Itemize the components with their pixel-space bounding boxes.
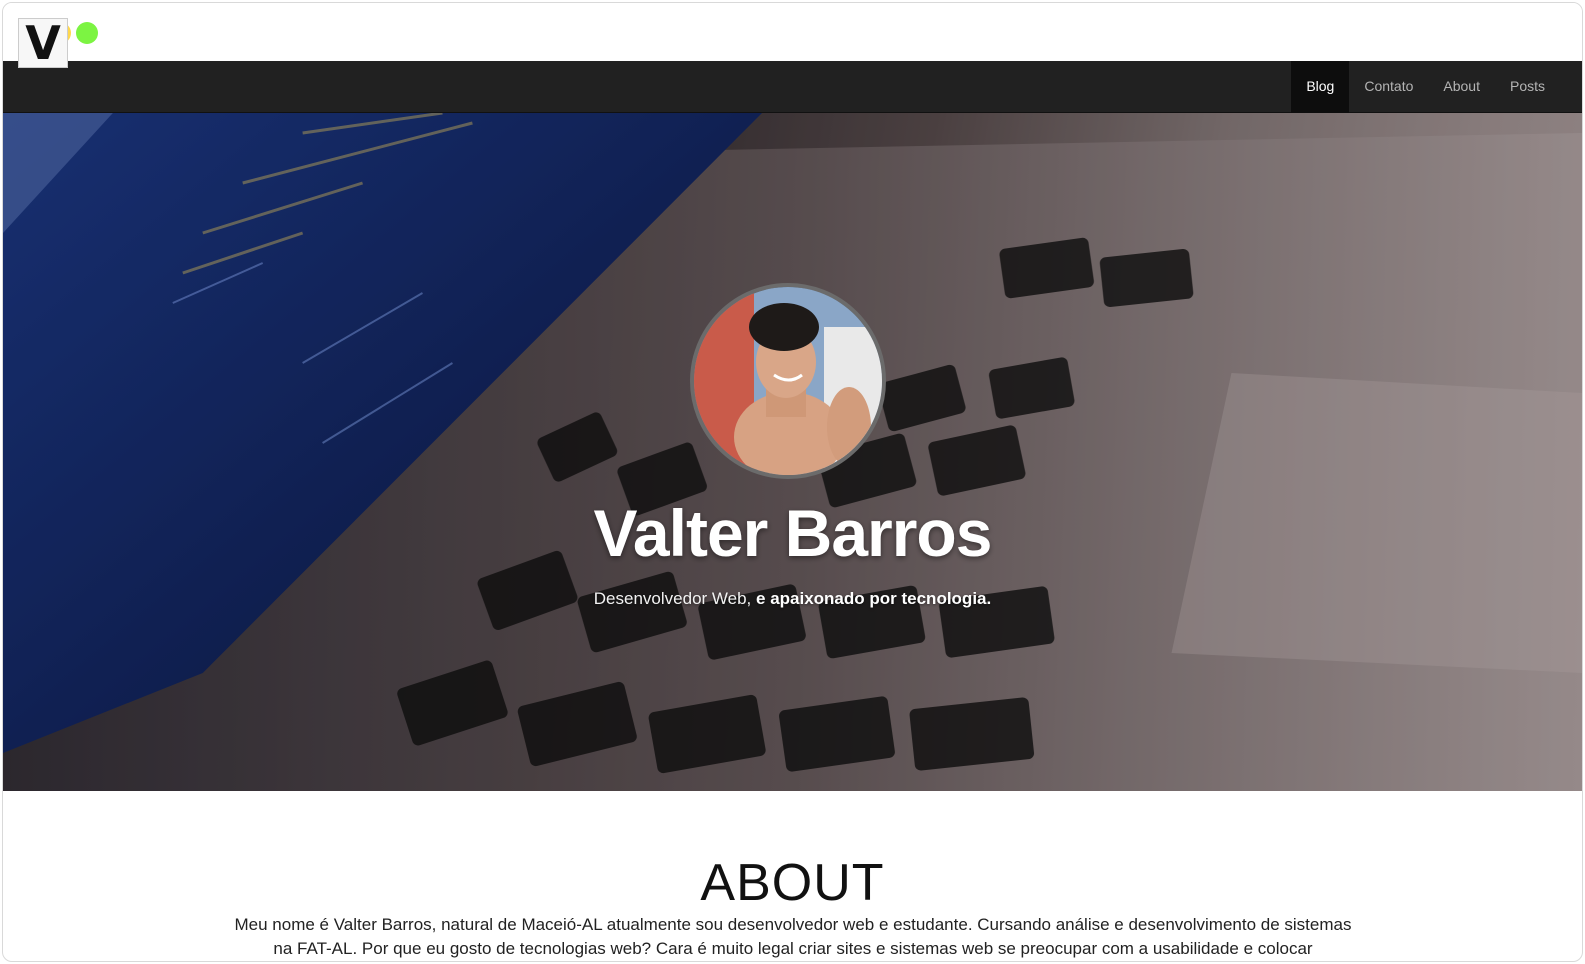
hero-subtitle-bold: e apaixonado por tecnologia.	[756, 589, 992, 608]
brand-logo-letter: V	[25, 16, 61, 70]
site-navbar: Blog Contato About Posts	[3, 61, 1582, 113]
hero-title: Valter Barros	[593, 496, 993, 570]
hero-subtitle: Desenvolvedor Web, e apaixonado por tecn…	[3, 589, 1582, 609]
nav-link-blog[interactable]: Blog	[1291, 61, 1350, 113]
about-paragraph: Meu nome é Valter Barros, natural de Mac…	[234, 915, 1352, 958]
about-heading: ABOUT	[700, 854, 885, 912]
window-titlebar	[3, 3, 1582, 61]
nav-link-about[interactable]: About	[1428, 61, 1495, 113]
main-nav: Blog Contato About Posts	[1291, 61, 1560, 113]
maximize-window-button[interactable]	[76, 22, 98, 44]
profile-photo	[694, 287, 882, 475]
browser-window: Blog Contato About Posts V Valter Barros…	[2, 2, 1583, 962]
hero-section: Valter Barros Desenvolvedor Web, e apaix…	[3, 113, 1582, 791]
nav-link-contato[interactable]: Contato	[1349, 61, 1428, 113]
nav-link-posts[interactable]: Posts	[1495, 61, 1560, 113]
profile-avatar	[690, 283, 886, 479]
hero-subtitle-regular: Desenvolvedor Web,	[593, 589, 752, 608]
brand-logo[interactable]: V	[18, 18, 68, 68]
